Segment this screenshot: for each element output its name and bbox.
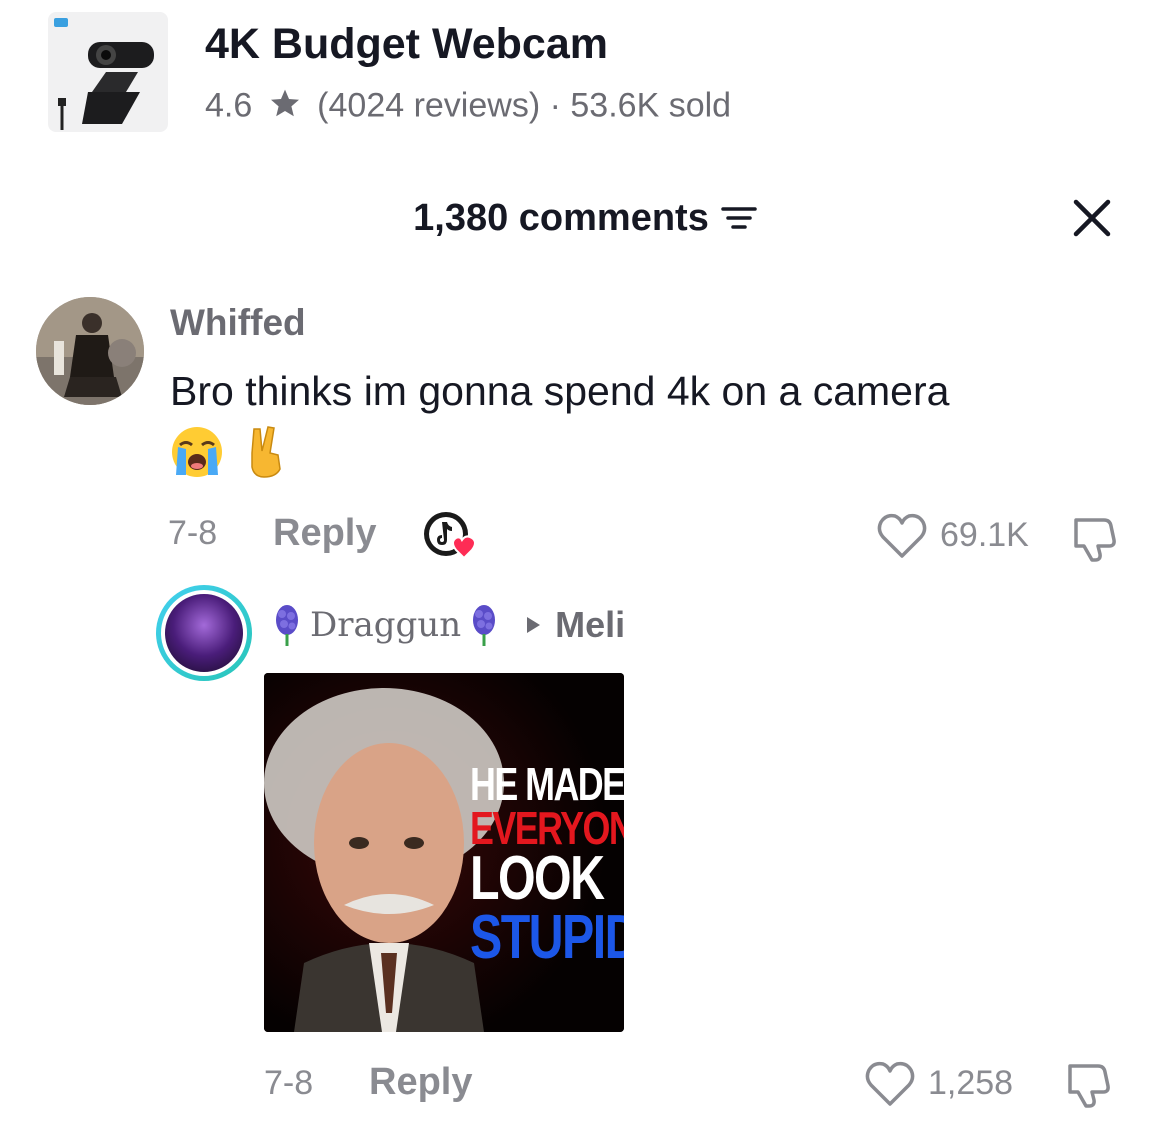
- reply-button[interactable]: Reply: [369, 1061, 472, 1104]
- hyacinth-flower-icon: [473, 605, 496, 646]
- heart-icon[interactable]: [876, 512, 928, 560]
- avatar-image: [36, 297, 144, 405]
- caption-line: STUPID: [470, 903, 624, 973]
- like-count: 1,258: [928, 1064, 1014, 1102]
- hyacinth-flower-icon: [276, 605, 298, 646]
- avatar[interactable]: [36, 297, 144, 405]
- webcam-icon: [54, 18, 154, 130]
- dislike-icon[interactable]: [1064, 1058, 1116, 1110]
- comment-text: Bro thinks im gonna spend 4k on a camera: [170, 368, 950, 414]
- heart-icon[interactable]: [864, 1060, 916, 1108]
- loudly-crying-face-icon: [172, 427, 222, 477]
- image-caption: HE MADE EVERYONE LOOK STUPID: [470, 758, 624, 973]
- product-meta: 4.6 (4024 reviews) · 53.6K sold: [205, 85, 731, 126]
- like-count: 69.1K: [940, 516, 1029, 554]
- product-reviews: (4024 reviews): [317, 86, 541, 125]
- product-title[interactable]: 4K Budget Webcam: [205, 20, 608, 69]
- victory-hand-icon: [251, 426, 281, 478]
- comments-header: 1,380 comments: [0, 190, 1170, 246]
- comment-emojis: [170, 425, 292, 479]
- caption-line: HE MADE: [470, 758, 624, 810]
- reply-to-arrow-icon: [527, 617, 541, 633]
- creator-liked-icon: [424, 512, 476, 560]
- product-thumbnail[interactable]: [48, 12, 168, 132]
- reply-to-user[interactable]: Meli: [555, 604, 625, 646]
- caption-line: LOOK: [470, 844, 605, 914]
- product-sold: 53.6K sold: [570, 86, 732, 125]
- comments-count: 1,380 comments: [413, 196, 709, 239]
- reply-avatar-image: [161, 590, 247, 676]
- reply-button[interactable]: Reply: [273, 512, 376, 555]
- reply-user-line: Draggun Meli: [272, 600, 625, 650]
- reply-avatar[interactable]: [156, 585, 252, 681]
- reply-username[interactable]: Draggun: [310, 605, 461, 645]
- reply-image[interactable]: HE MADE EVERYONE LOOK STUPID: [264, 673, 624, 1032]
- comment-username[interactable]: Whiffed: [170, 302, 306, 344]
- dislike-icon[interactable]: [1070, 512, 1122, 564]
- product-rating: 4.6: [205, 86, 253, 125]
- close-icon[interactable]: [1068, 194, 1116, 242]
- meta-separator: ·: [549, 86, 561, 125]
- comments-sheet: 4K Budget Webcam 4.6 (4024 reviews) · 53…: [0, 0, 1170, 1128]
- comment-date: 7-8: [168, 514, 218, 552]
- filter-icon[interactable]: [721, 203, 757, 233]
- star-icon: [270, 89, 299, 117]
- reply-date: 7-8: [264, 1064, 314, 1102]
